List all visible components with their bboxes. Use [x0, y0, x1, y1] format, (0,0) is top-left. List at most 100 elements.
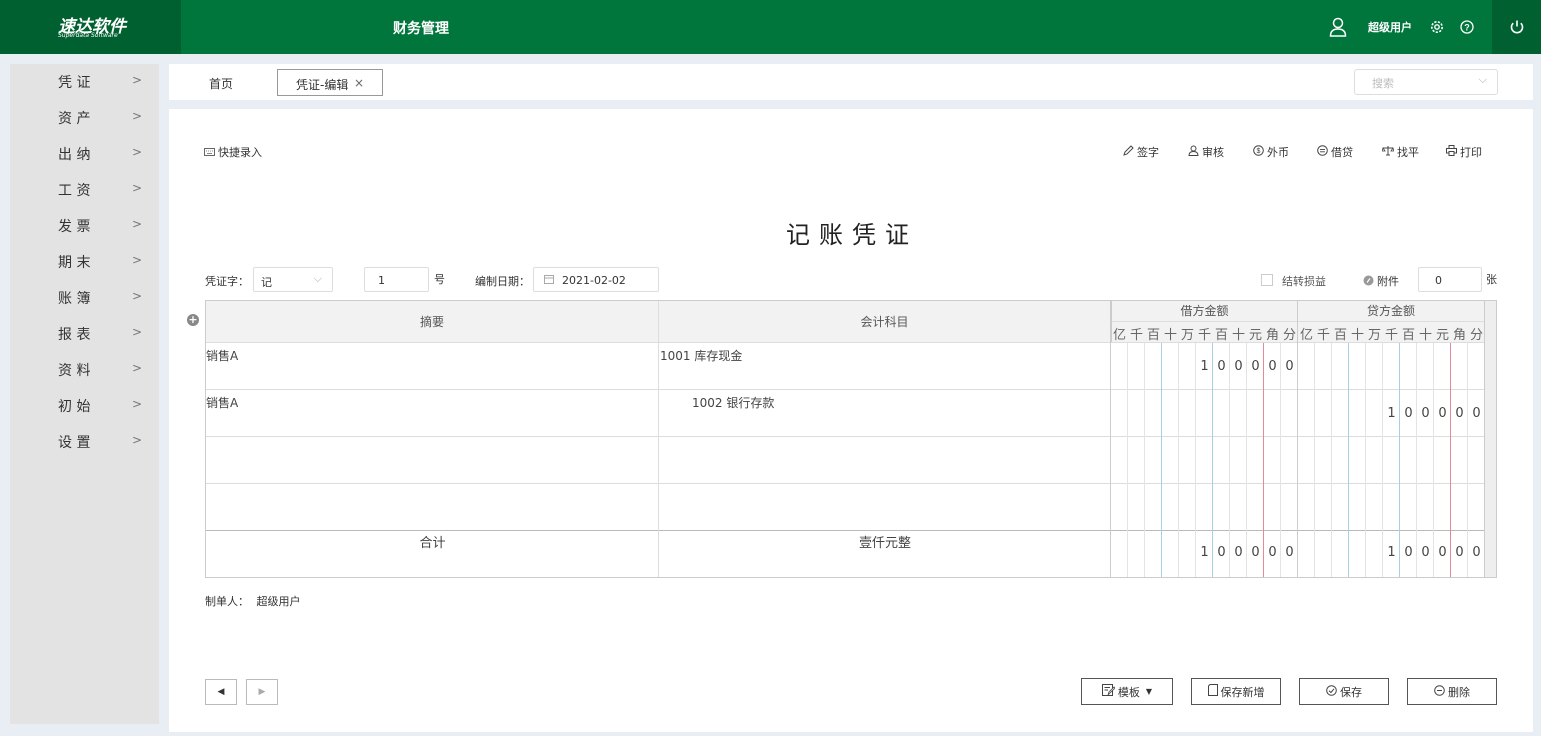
credit-unit-header: 十	[1418, 328, 1432, 343]
sidebar-item-label: 发 票	[58, 219, 91, 235]
unit-divider	[1229, 343, 1230, 577]
prev-voucher-button[interactable]: ◀	[205, 679, 237, 705]
debit-credit-button[interactable]: 借贷	[1317, 144, 1353, 160]
voucher-number-input[interactable]: 1	[364, 267, 429, 292]
tab-voucher-edit[interactable]: 凭证-编辑 ×	[277, 69, 383, 96]
delete-button[interactable]: 删除	[1407, 678, 1497, 705]
total-credit-digit: 0	[1404, 545, 1413, 560]
sidebar-item-ledger[interactable]: 账 簿 >	[10, 280, 159, 316]
sidebar-item-label: 资 料	[58, 363, 91, 379]
print-label: 打印	[1460, 146, 1482, 159]
header-account: 会计科目	[659, 301, 1111, 343]
row-4-summary[interactable]	[206, 484, 658, 530]
username[interactable]: 超级用户	[1368, 0, 1412, 54]
credit-unit-header: 千	[1384, 328, 1398, 343]
total-debit-digit: 0	[1285, 545, 1294, 560]
save-label: 保存	[1340, 685, 1362, 699]
row-3-summary[interactable]	[206, 437, 658, 483]
sidebar-item-label: 报 表	[58, 327, 91, 343]
unit-divider	[1433, 343, 1434, 577]
template-button[interactable]: 模板 ▼	[1081, 678, 1173, 705]
row-1-summary[interactable]: 销售A	[206, 347, 238, 364]
carry-profit-checkbox[interactable]	[1261, 274, 1273, 286]
debit-unit-header: 百	[1214, 328, 1228, 343]
caret-down-icon: ▼	[1145, 687, 1153, 696]
debit-digit: 0	[1268, 359, 1277, 374]
calendar-icon	[544, 274, 554, 287]
unit-divider	[1212, 343, 1213, 577]
credit-digit: 0	[1404, 406, 1413, 421]
chevron-right-icon: >	[132, 145, 143, 159]
maker-info: 制单人： 超级用户	[205, 593, 301, 609]
row-4-account[interactable]	[659, 484, 1110, 530]
close-icon[interactable]: ×	[354, 76, 364, 90]
audit-button[interactable]: 审核	[1188, 144, 1224, 160]
sidebar-item-label: 初 始	[58, 399, 91, 415]
svg-text:?: ?	[1464, 23, 1470, 33]
app-title: 财务管理	[393, 21, 449, 37]
sidebar-item-invoice[interactable]: 发 票 >	[10, 208, 159, 244]
tab-bar: 首页 凭证-编辑 × 搜索 ⌵	[169, 64, 1533, 100]
pencil-icon	[1123, 145, 1134, 159]
unit-divider	[1467, 343, 1468, 577]
minus-circle-icon	[1434, 684, 1445, 699]
search-placeholder: 搜索	[1372, 77, 1394, 90]
sidebar-item-init[interactable]: 初 始 >	[10, 388, 159, 424]
sidebar-item-assets[interactable]: 资 产 >	[10, 100, 159, 136]
gear-icon[interactable]	[1429, 0, 1445, 54]
sidebar-item-settings[interactable]: 设 置 >	[10, 424, 159, 460]
row-1-account[interactable]: 1001 库存现金	[660, 347, 742, 364]
save-new-button[interactable]: 保存新增	[1191, 678, 1281, 705]
help-icon[interactable]: ?	[1459, 0, 1475, 54]
total-debit-digit: 0	[1234, 545, 1243, 560]
attachment-suffix: 张	[1486, 273, 1497, 286]
credit-digit: 0	[1472, 406, 1481, 421]
chevron-right-icon: >	[132, 361, 143, 375]
voucher-word-select[interactable]: 记 ⌵	[253, 267, 333, 292]
total-credit-digit: 1	[1387, 545, 1396, 560]
quick-entry-button[interactable]: 快捷录入	[204, 144, 262, 160]
sidebar-item-reports[interactable]: 报 表 >	[10, 316, 159, 352]
quick-entry-label: 快捷录入	[218, 146, 262, 159]
audit-label: 审核	[1202, 146, 1224, 159]
sidebar-item-label: 设 置	[58, 435, 91, 451]
credit-digit: 0	[1455, 406, 1464, 421]
row-2-summary[interactable]: 销售A	[206, 394, 238, 411]
table-scrollbar[interactable]	[1485, 301, 1496, 577]
credit-unit-header: 十	[1350, 328, 1364, 343]
credit-unit-header: 百	[1401, 328, 1415, 343]
add-row-icon[interactable]: +	[187, 314, 199, 326]
sidebar-item-period-end[interactable]: 期 末 >	[10, 244, 159, 280]
row-2-account[interactable]: 1002 银行存款	[692, 394, 774, 411]
sidebar-item-cashier[interactable]: 出 纳 >	[10, 136, 159, 172]
sidebar-item-data[interactable]: 资 料 >	[10, 352, 159, 388]
credit-unit-header: 角	[1452, 328, 1466, 343]
sidebar-item-voucher[interactable]: 凭 证 >	[10, 64, 159, 100]
sign-button[interactable]: 签字	[1123, 144, 1159, 160]
save-button[interactable]: 保存	[1299, 678, 1389, 705]
date-value: 2021-02-02	[562, 274, 626, 287]
print-button[interactable]: 打印	[1446, 144, 1482, 160]
unit-divider	[1127, 343, 1128, 577]
voucher-number-suffix: 号	[434, 273, 445, 286]
unit-divider	[1314, 343, 1315, 577]
debit-unit-header: 千	[1197, 328, 1211, 343]
attachment-count-input[interactable]: 0	[1418, 267, 1482, 292]
user-icon[interactable]	[1328, 0, 1348, 54]
header-summary: 摘要	[206, 301, 659, 343]
sidebar-item-label: 账 簿	[58, 291, 91, 307]
search-select[interactable]: 搜索 ⌵	[1354, 69, 1498, 95]
sidebar-item-payroll[interactable]: 工 资 >	[10, 172, 159, 208]
next-voucher-button[interactable]: ▶	[246, 679, 278, 705]
unit-divider	[1280, 343, 1281, 577]
total-credit-digit: 0	[1455, 545, 1464, 560]
row-3-account[interactable]	[659, 437, 1110, 483]
debit-unit-header: 千	[1129, 328, 1143, 343]
date-input[interactable]: 2021-02-02	[533, 267, 659, 292]
foreign-currency-button[interactable]: $ 外币	[1253, 144, 1289, 160]
tab-home[interactable]: 首页	[209, 75, 233, 92]
debit-digit: 0	[1251, 359, 1260, 374]
attachment-count-value: 0	[1435, 274, 1442, 287]
power-button[interactable]	[1492, 0, 1541, 54]
balance-button[interactable]: 找平	[1381, 144, 1419, 160]
